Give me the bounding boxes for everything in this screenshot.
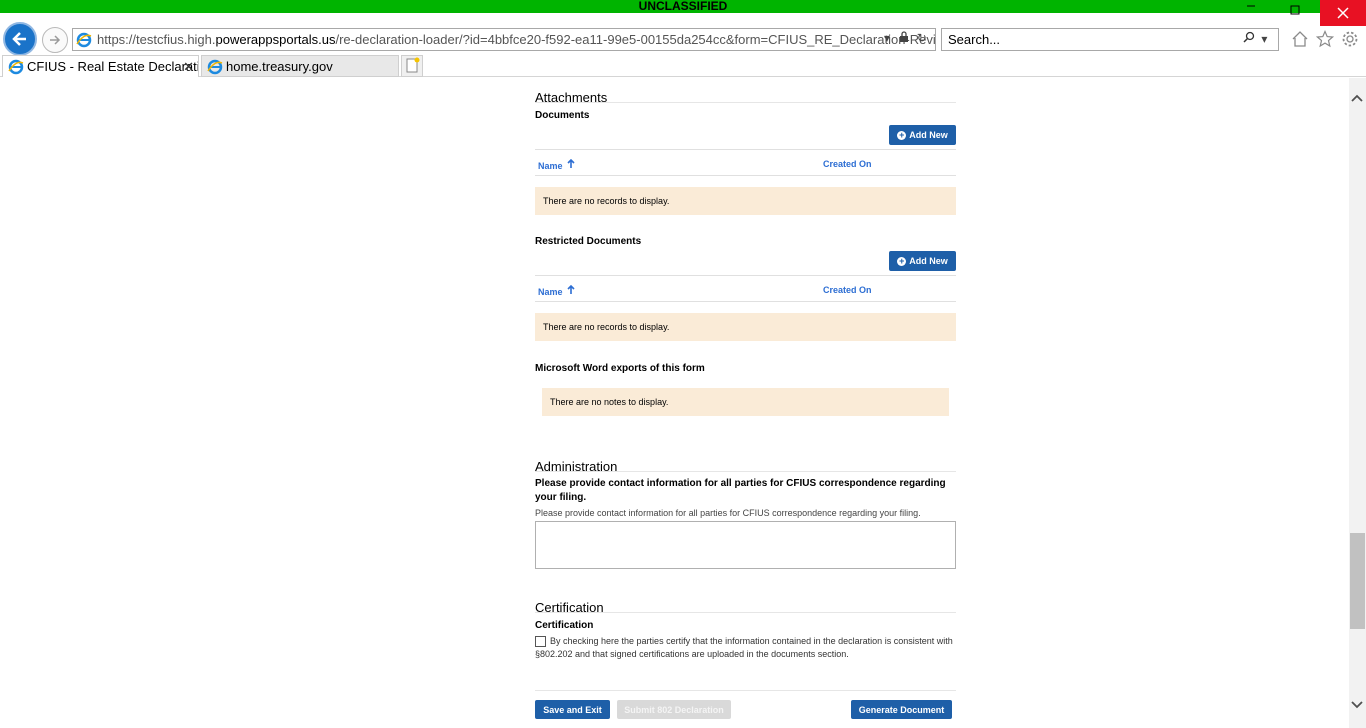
url-host: powerappsportals.us <box>215 32 336 47</box>
url-path: /re-declaration-loader/?id=4bbfce20-f592… <box>335 32 936 47</box>
restricted-empty-message: There are no records to display. <box>535 313 956 341</box>
back-button[interactable] <box>3 22 37 56</box>
save-and-exit-button[interactable]: Save and Exit <box>535 700 610 719</box>
restricted-documents-label: Restricted Documents <box>535 236 642 247</box>
contact-helper-text: Please provide contact information for a… <box>535 508 921 518</box>
forward-button[interactable] <box>42 27 68 53</box>
forward-arrow-icon <box>50 35 61 45</box>
certification-text: By checking here the parties certify tha… <box>535 636 953 659</box>
sort-up-arrow-icon <box>567 158 575 171</box>
home-icon[interactable] <box>1291 30 1309 53</box>
vertical-scrollbar[interactable] <box>1349 78 1366 728</box>
certification-label: Certification <box>535 620 594 631</box>
tab-treasury[interactable]: home.treasury.gov <box>201 55 399 77</box>
new-tab-icon <box>406 57 420 73</box>
address-tools: ▾ ↻ <box>884 31 927 45</box>
word-exports-label: Microsoft Word exports of this form <box>535 363 705 374</box>
section-divider <box>535 102 956 103</box>
section-divider <box>535 612 956 613</box>
contact-question-label: Please provide contact information for a… <box>535 478 946 503</box>
sort-up-arrow-icon <box>567 284 575 297</box>
tab-cfius[interactable]: CFIUS - Real Estate Declarati... ✕ <box>2 55 199 77</box>
generate-document-button[interactable]: Generate Document <box>851 700 952 719</box>
dropdown-arrow-icon[interactable]: ▾ <box>884 31 890 45</box>
settings-gear-icon[interactable] <box>1341 30 1359 53</box>
search-icon[interactable] <box>1243 31 1258 46</box>
add-new-label: Add New <box>909 130 948 140</box>
search-dropdown-icon[interactable]: ▾ <box>1261 32 1267 46</box>
documents-empty-message: There are no records to display. <box>535 187 956 215</box>
classification-banner: UNCLASSIFIED <box>0 0 1366 13</box>
ie-page-icon <box>76 32 92 48</box>
add-document-button[interactable]: + Add New <box>889 125 956 145</box>
restricted-grid-header <box>535 275 956 302</box>
documents-label: Documents <box>535 110 590 121</box>
close-window-button[interactable] <box>1320 0 1366 26</box>
add-new-label: Add New <box>909 256 948 266</box>
documents-grid-header <box>535 149 956 176</box>
back-arrow-icon <box>12 32 26 46</box>
favorites-star-icon[interactable] <box>1315 29 1335 53</box>
column-created-on[interactable]: Created On <box>823 159 872 169</box>
restore-icon[interactable] <box>1290 4 1300 18</box>
tab-label: CFIUS - Real Estate Declarati... <box>27 59 199 74</box>
footer-divider <box>535 690 956 691</box>
contact-info-textarea[interactable] <box>535 521 956 569</box>
scroll-up-icon[interactable] <box>1350 90 1364 106</box>
ie-tab-icon <box>8 59 24 75</box>
submit-declaration-button[interactable]: Submit 802 Declaration <box>617 700 731 719</box>
plus-circle-icon: + <box>897 129 907 140</box>
scrollbar-thumb[interactable] <box>1350 533 1365 629</box>
search-input[interactable]: Search... <box>941 28 1279 51</box>
lock-icon[interactable] <box>899 31 912 45</box>
column-name-sort[interactable]: Name <box>538 284 575 297</box>
address-bar[interactable]: https://testcfius.high.powerappsportals.… <box>72 28 936 51</box>
refresh-icon[interactable]: ↻ <box>917 31 927 45</box>
minimize-icon[interactable] <box>1246 0 1256 14</box>
column-name-sort[interactable]: Name <box>538 158 575 171</box>
ie-tab-icon <box>207 59 223 75</box>
word-exports-empty-message: There are no notes to display. <box>542 388 949 416</box>
close-icon <box>1337 7 1349 19</box>
certification-checkbox[interactable] <box>535 636 546 647</box>
url-prefix: https://testcfius.high. <box>97 32 216 47</box>
new-tab-button[interactable] <box>401 55 423 77</box>
tab-close-icon[interactable]: ✕ <box>183 56 194 77</box>
add-restricted-document-button[interactable]: + Add New <box>889 251 956 271</box>
plus-circle-icon: + <box>897 255 907 266</box>
search-tools: ▾ <box>1243 31 1267 46</box>
scroll-down-icon[interactable] <box>1350 697 1364 713</box>
tab-label: home.treasury.gov <box>226 59 333 74</box>
section-divider <box>535 471 956 472</box>
column-created-on[interactable]: Created On <box>823 285 872 295</box>
